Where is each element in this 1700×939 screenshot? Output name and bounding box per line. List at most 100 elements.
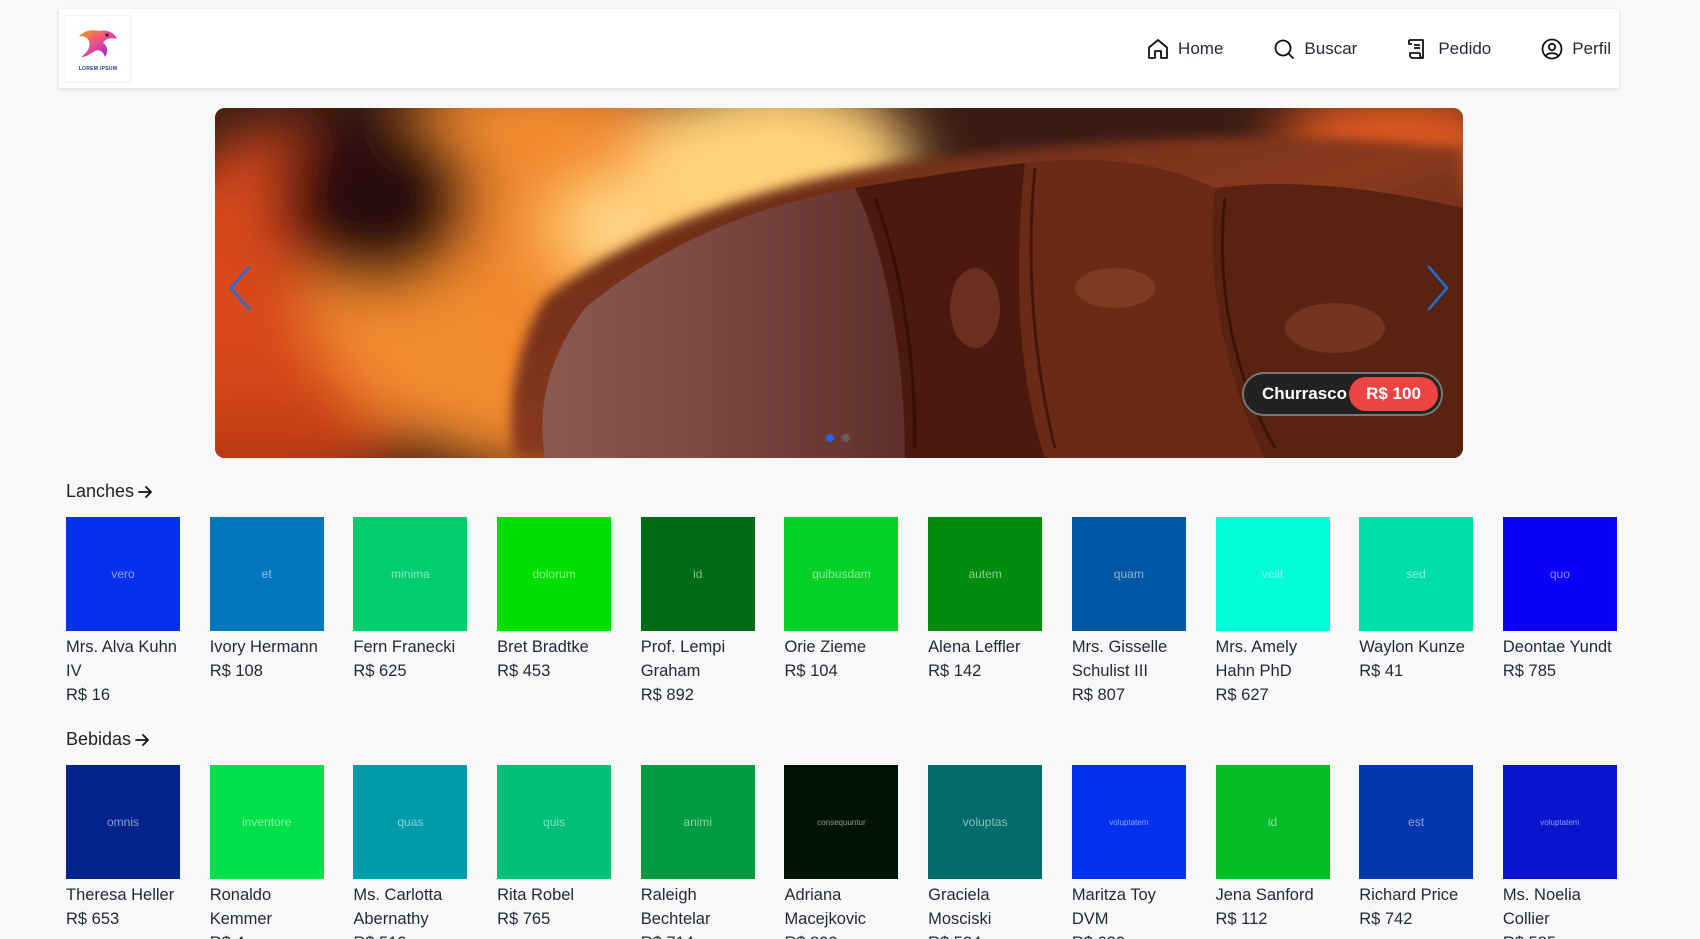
- top-navbar: LOREM IPSUM Home Buscar Pedido Perfil: [59, 9, 1619, 88]
- product-card[interactable]: quis Rita Robel R$ 765: [497, 765, 612, 939]
- carousel-next-button[interactable]: [1423, 263, 1453, 313]
- carousel-prev-button[interactable]: [225, 263, 255, 313]
- product-thumbnail: inventore: [209, 765, 324, 879]
- product-name: Adriana Macejkovic: [784, 886, 867, 928]
- product-name: Prof. Lempi Graham: [640, 638, 726, 680]
- featured-item-tag[interactable]: Churrasco R$ 100: [1242, 372, 1443, 416]
- product-thumbnail: sed: [1359, 517, 1474, 631]
- product-thumbnail: autem: [928, 517, 1043, 631]
- thumbnail-text: id: [693, 567, 703, 581]
- nav-profile[interactable]: Perfil: [1540, 37, 1611, 61]
- thumbnail-text: quibusdam: [812, 567, 871, 581]
- logo[interactable]: LOREM IPSUM: [65, 15, 131, 83]
- product-card[interactable]: quam Mrs. Gisselle Schulist III R$ 807: [1071, 517, 1186, 707]
- product-card[interactable]: voluptatem Ms. Noelia Collier R$ 585: [1502, 765, 1617, 939]
- receipt-icon: [1408, 38, 1425, 59]
- nav-home[interactable]: Home: [1146, 37, 1223, 61]
- product-card[interactable]: minima Fern Franecki R$ 625: [353, 517, 468, 707]
- product-price: R$ 714: [641, 931, 755, 939]
- product-card[interactable]: velit Mrs. Amely Hahn PhD R$ 627: [1215, 517, 1330, 707]
- product-price: R$ 142: [928, 662, 982, 680]
- product-card[interactable]: inventore Ronaldo Kemmer R$ 4: [209, 765, 324, 939]
- section-title-label: Lanches: [66, 481, 135, 501]
- thumbnail-text: sed: [1406, 567, 1426, 581]
- product-card[interactable]: animi Raleigh Bechtelar R$ 714: [640, 765, 755, 939]
- product-thumbnail: quis: [497, 765, 612, 879]
- product-name: Theresa Heller: [66, 886, 175, 904]
- product-grid-lanches: vero Mrs. Alva Kuhn IV R$ 16 et Ivory Herman…: [66, 517, 1686, 707]
- product-name: Ms. Carlotta Abernathy: [353, 886, 443, 928]
- thumbnail-text: est: [1408, 815, 1425, 829]
- hero-carousel[interactable]: Churrasco R$ 100: [215, 108, 1463, 458]
- product-name: Ivory Hermann: [209, 638, 318, 656]
- product-price: R$ 742: [1359, 910, 1413, 928]
- product-thumbnail: dolorum: [497, 517, 612, 631]
- product-name: Mrs. Amely Hahn PhD: [1215, 638, 1298, 680]
- product-price: R$ 765: [497, 910, 551, 928]
- product-card[interactable]: et Ivory Hermann R$ 108: [209, 517, 324, 707]
- thumbnail-text: quis: [543, 815, 566, 829]
- product-name: Graciela Mosciski: [928, 886, 992, 928]
- product-price: R$ 585: [1503, 931, 1617, 939]
- nav-order[interactable]: Pedido: [1406, 37, 1491, 61]
- bird-logo-icon: [79, 29, 117, 57]
- product-price: R$ 653: [66, 910, 120, 928]
- thumbnail-text: voluptas: [962, 815, 1008, 829]
- chevron-right-icon: [1427, 265, 1449, 311]
- carousel-dot-1[interactable]: [826, 434, 834, 442]
- thumbnail-text: et: [261, 567, 272, 581]
- section-title-lanches[interactable]: Lanches: [66, 481, 153, 502]
- product-price: R$ 630: [1072, 931, 1186, 939]
- thumbnail-text: quam: [1113, 567, 1144, 581]
- product-name: Richard Price: [1359, 886, 1459, 904]
- product-card[interactable]: consequuntur Adriana Macejkovic R$ 899: [784, 765, 899, 939]
- product-card[interactable]: quibusdam Orie Zieme R$ 104: [784, 517, 899, 707]
- logo-text: LOREM IPSUM: [78, 65, 118, 72]
- carousel-dot-2[interactable]: [842, 434, 850, 442]
- product-card[interactable]: voluptas Graciela Mosciski R$ 584: [928, 765, 1043, 939]
- product-name: Maritza Toy DVM: [1071, 886, 1156, 928]
- product-card[interactable]: est Richard Price R$ 742: [1359, 765, 1474, 939]
- product-card[interactable]: quo Deontae Yundt R$ 785: [1502, 517, 1617, 707]
- nav-search-label: Buscar: [1304, 38, 1358, 58]
- product-card[interactable]: omnis Theresa Heller R$ 653: [66, 765, 180, 939]
- product-name: Deontae Yundt: [1502, 638, 1612, 656]
- product-grid-bebidas: omnis Theresa Heller R$ 653 inventore Ronald…: [66, 765, 1686, 939]
- nav-search[interactable]: Buscar: [1272, 37, 1357, 61]
- product-card[interactable]: vero Mrs. Alva Kuhn IV R$ 16: [66, 517, 180, 707]
- product-name: Orie Zieme: [784, 638, 867, 656]
- product-thumbnail: est: [1359, 765, 1474, 879]
- product-card[interactable]: dolorum Bret Bradtke R$ 453: [497, 517, 612, 707]
- product-name: Mrs. Alva Kuhn IV: [66, 638, 177, 680]
- product-card[interactable]: autem Alena Leffler R$ 142: [928, 517, 1043, 707]
- product-price: R$ 510: [353, 931, 467, 939]
- thumbnail-text: quo: [1549, 567, 1570, 581]
- featured-item-name: Churrasco: [1262, 384, 1348, 403]
- chevron-left-icon: [229, 265, 251, 311]
- product-thumbnail: velit: [1215, 517, 1330, 631]
- product-card[interactable]: id Prof. Lempi Graham R$ 892: [640, 517, 755, 707]
- arrow-right-icon: [135, 733, 149, 746]
- product-card[interactable]: id Jena Sanford R$ 112: [1215, 765, 1330, 939]
- thumbnail-text: velit: [1261, 567, 1284, 581]
- product-thumbnail: minima: [353, 517, 468, 631]
- product-name: Fern Franecki: [353, 638, 456, 656]
- product-card[interactable]: quas Ms. Carlotta Abernathy R$ 510: [353, 765, 468, 939]
- product-thumbnail: quas: [353, 765, 468, 879]
- product-thumbnail: et: [209, 517, 324, 631]
- product-price: R$ 108: [209, 662, 263, 680]
- product-price: R$ 892: [640, 686, 694, 704]
- product-name: Bret Bradtke: [497, 638, 589, 656]
- product-card[interactable]: voluptatem Maritza Toy DVM R$ 630: [1071, 765, 1186, 939]
- thumbnail-text: id: [1267, 815, 1278, 829]
- product-thumbnail: consequuntur: [784, 765, 899, 879]
- product-card[interactable]: sed Waylon Kunze R$ 41: [1359, 517, 1474, 707]
- section-title-bebidas[interactable]: Bebidas: [66, 729, 150, 750]
- product-price: R$ 899: [784, 931, 898, 939]
- product-price: R$ 4: [210, 931, 324, 939]
- product-name: Mrs. Gisselle Schulist III: [1071, 638, 1168, 680]
- carousel-pagination: [826, 434, 850, 442]
- product-price: R$ 453: [497, 662, 551, 680]
- product-price: R$ 584: [928, 931, 1042, 939]
- product-price: R$ 112: [1215, 910, 1268, 928]
